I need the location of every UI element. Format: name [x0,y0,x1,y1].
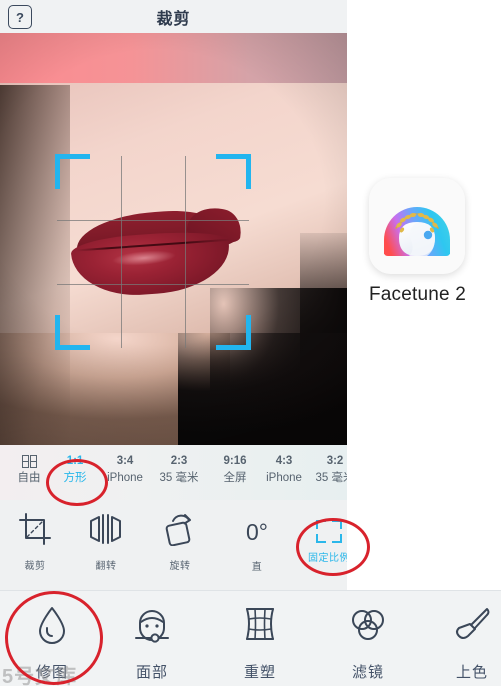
ratio-label: 35 毫米 [159,472,199,484]
tool-label: 旋转 [169,561,191,572]
annotation-circle-fixed-ratio [296,518,370,576]
crop-tools-bar[interactable]: 裁剪 翻转 旋转 0° 直 固定比例 [0,500,347,590]
free-crop-icon [21,455,37,468]
tool-crop[interactable]: 裁剪 [0,512,70,572]
crop-handle-bottom-left[interactable] [55,315,90,350]
app-icon-artwork [369,178,465,274]
app-screenshot: 裁剪 ? 自由 1:1 方形 3:4 iPhone 2:3 35 毫米 9:16… [0,0,501,688]
ratio-option-3-2[interactable]: 3:2 35 毫米 [306,453,348,487]
filters-circles-icon [352,610,384,640]
annotation-circle-retouch [5,591,103,685]
phone-screenshot: 裁剪 ? 自由 1:1 方形 3:4 iPhone 2:3 35 毫米 9:16… [0,0,347,590]
nav-item-reshape[interactable]: 重塑 [206,604,314,682]
nav-label: 滤镜 [351,664,384,681]
crop-handle-bottom-right[interactable] [216,315,251,350]
facetune2-app-icon[interactable] [369,178,465,274]
crop-grid-line [121,156,122,348]
ratio-value: 2:3 [170,455,188,467]
nav-divider [0,590,501,591]
page-title: 裁剪 [156,10,191,28]
tool-label: 翻转 [95,561,117,572]
rotate-icon [165,514,191,547]
flip-horizontal-icon [90,514,121,544]
ratio-value: 3:4 [116,455,134,467]
tool-flip[interactable]: 翻转 [71,512,141,572]
nav-label: 上色 [455,664,488,681]
tool-straighten[interactable]: 0° 直 [222,512,292,573]
tool-label: 裁剪 [24,561,46,572]
nav-item-paint[interactable]: 上色 [418,604,501,682]
tool-label: 直 [251,562,263,573]
ratio-label: 35 毫米 [315,472,348,484]
crop-icon [19,513,51,545]
ratio-value: 3:2 [326,455,344,467]
straighten-value: 0° [246,519,268,545]
crop-handle-top-left[interactable] [55,154,90,189]
ratio-option-4-3[interactable]: 4:3 iPhone [255,453,313,487]
crop-handle-top-right[interactable] [216,154,251,189]
photo-canvas[interactable] [0,33,347,445]
face-slider-icon [135,610,169,643]
nav-item-filters[interactable]: 滤镜 [314,604,422,682]
tool-rotate[interactable]: 旋转 [145,512,215,572]
crop-grid-line [185,156,186,348]
paintbrush-icon [456,608,490,639]
nav-item-face[interactable]: 面部 [98,604,206,682]
ratio-value: 4:3 [275,455,293,467]
app-name-label: Facetune 2 [368,284,467,305]
crop-grid-line [57,284,249,285]
crop-grid-line [57,220,249,221]
nav-label: 重塑 [243,664,276,681]
nav-label: 面部 [135,664,168,681]
annotation-circle-square-ratio [46,459,108,506]
app-header: 裁剪 ? [0,0,347,33]
ratio-label: iPhone [266,472,302,484]
ratio-option-2-3[interactable]: 2:3 35 毫米 [150,453,208,487]
reshape-grid-icon [246,608,274,640]
crop-overlay[interactable] [55,154,251,350]
help-icon[interactable]: ? [8,5,32,29]
